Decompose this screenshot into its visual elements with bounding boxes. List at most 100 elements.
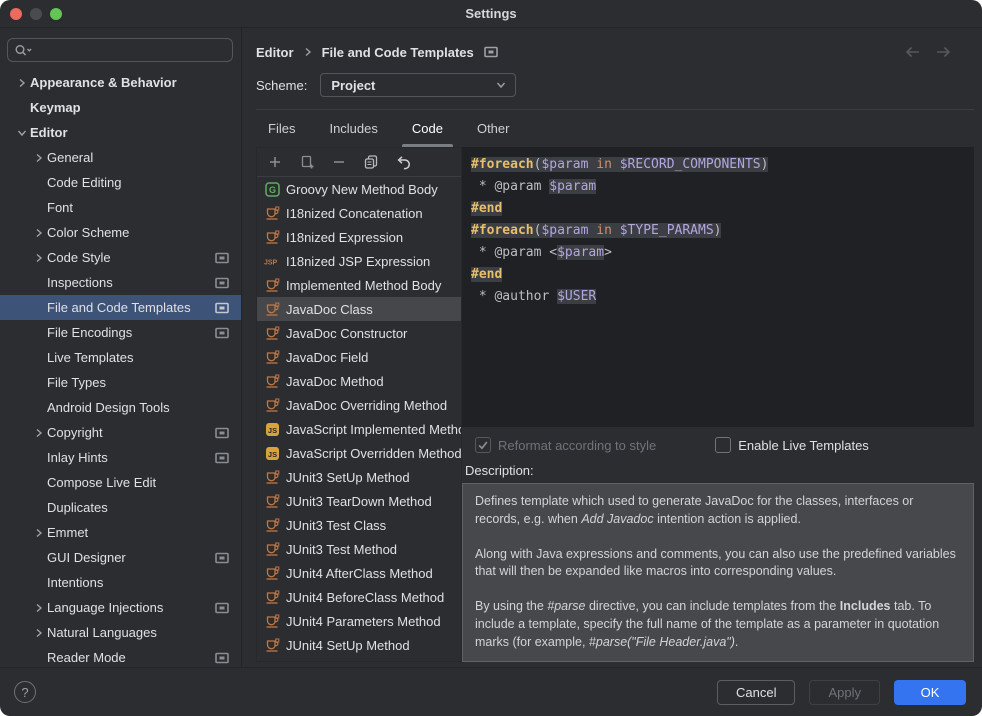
close-button[interactable] (10, 8, 22, 20)
svg-text:G: G (268, 185, 275, 195)
template-list-panel: GGroovy New Method BodyI18nized Concaten… (256, 147, 462, 662)
chevron-right-icon[interactable] (30, 602, 47, 614)
sidebar-item-label: Copyright (47, 425, 103, 440)
zoom-button[interactable] (50, 8, 62, 20)
cancel-button[interactable]: Cancel (717, 680, 795, 705)
sidebar-item-code-editing[interactable]: Code Editing (0, 170, 241, 195)
help-button[interactable]: ? (14, 681, 36, 703)
revert-button[interactable] (395, 154, 412, 170)
tab-includes[interactable]: Includes (327, 110, 379, 147)
chevron-right-icon[interactable] (30, 627, 47, 639)
sidebar-item-android-design-tools[interactable]: Android Design Tools (0, 395, 241, 420)
live-templates-option[interactable]: Enable Live Templates (715, 437, 869, 453)
duplicate-button[interactable] (299, 154, 315, 170)
template-item-groovy-new-method-body[interactable]: GGroovy New Method Body (257, 177, 461, 201)
ok-button[interactable]: OK (894, 680, 966, 705)
template-item-junit4-setup-method[interactable]: JUnit4 SetUp Method (257, 633, 461, 657)
sidebar-item-reader-mode[interactable]: Reader Mode (0, 645, 241, 667)
minimize-button[interactable] (30, 8, 42, 20)
sidebar-item-copyright[interactable]: Copyright (0, 420, 241, 445)
template-item-junit4-beforeclass-method[interactable]: JUnit4 BeforeClass Method (257, 585, 461, 609)
sidebar-item-compose-live-edit[interactable]: Compose Live Edit (0, 470, 241, 495)
live-templates-checkbox[interactable] (715, 437, 731, 453)
template-item-junit4-parameters-method[interactable]: JUnit4 Parameters Method (257, 609, 461, 633)
chevron-down-icon[interactable] (13, 127, 30, 139)
code-token: in (596, 223, 612, 238)
template-item-javadoc-overriding-method[interactable]: JavaDoc Overriding Method (257, 393, 461, 417)
tab-code[interactable]: Code (410, 110, 445, 147)
tab-other[interactable]: Other (475, 110, 512, 147)
code-token: $param (557, 245, 604, 260)
apply-button[interactable]: Apply (809, 680, 880, 705)
sidebar-item-emmet[interactable]: Emmet (0, 520, 241, 545)
breadcrumb-editor[interactable]: Editor (256, 45, 294, 60)
search-input[interactable] (38, 43, 226, 58)
back-arrow-icon[interactable] (904, 45, 922, 59)
sidebar-item-inlay-hints[interactable]: Inlay Hints (0, 445, 241, 470)
copy-button[interactable] (363, 154, 379, 170)
sidebar-item-language-injections[interactable]: Language Injections (0, 595, 241, 620)
chevron-right-icon[interactable] (13, 77, 30, 89)
screen-icon (215, 302, 229, 314)
reformat-checkbox[interactable] (475, 437, 491, 453)
template-item-javascript-implemented-method[interactable]: JSJavaScript Implemented Method (257, 417, 461, 441)
window-title: Settings (0, 6, 982, 21)
template-item-junit3-test-method[interactable]: JUnit3 Test Method (257, 537, 461, 561)
forward-arrow-icon[interactable] (934, 45, 952, 59)
sidebar-item-code-style[interactable]: Code Style (0, 245, 241, 270)
coffee-cup-icon (264, 638, 280, 653)
description-paragraph: By using the #parse directive, you can i… (475, 598, 961, 651)
add-button[interactable] (267, 154, 283, 170)
template-item-junit3-setup-method[interactable]: JUnit3 SetUp Method (257, 465, 461, 489)
template-item-javadoc-method[interactable]: JavaDoc Method (257, 369, 461, 393)
sidebar-item-intentions[interactable]: Intentions (0, 570, 241, 595)
chevron-right-icon[interactable] (30, 227, 47, 239)
template-item-implemented-method-body[interactable]: Implemented Method Body (257, 273, 461, 297)
svg-text:JS: JS (267, 426, 276, 435)
sidebar-item-file-types[interactable]: File Types (0, 370, 241, 395)
template-item-junit3-teardown-method[interactable]: JUnit3 TearDown Method (257, 489, 461, 513)
sidebar-item-keymap[interactable]: Keymap (0, 95, 241, 120)
sidebar-item-font[interactable]: Font (0, 195, 241, 220)
sidebar-item-natural-languages[interactable]: Natural Languages (0, 620, 241, 645)
coffee-cup-icon (264, 590, 280, 605)
sidebar-item-gui-designer[interactable]: GUI Designer (0, 545, 241, 570)
search-field[interactable] (7, 38, 233, 62)
template-editor-column: #foreach($param in $RECORD_COMPONENTS) *… (462, 147, 974, 662)
sidebar-item-label: Emmet (47, 525, 88, 540)
sidebar-item-label: Code Style (47, 250, 111, 265)
reformat-option[interactable]: Reformat according to style (475, 437, 656, 453)
description-text: Defines template which used to generate … (462, 483, 974, 662)
code-token: #end (471, 201, 502, 216)
sidebar-item-live-templates[interactable]: Live Templates (0, 345, 241, 370)
sidebar-item-inspections[interactable]: Inspections (0, 270, 241, 295)
sidebar-item-file-encodings[interactable]: File Encodings (0, 320, 241, 345)
template-code-editor[interactable]: #foreach($param in $RECORD_COMPONENTS) *… (462, 147, 974, 427)
remove-button[interactable] (331, 154, 347, 170)
template-item-i18nized-concatenation[interactable]: I18nized Concatenation (257, 201, 461, 225)
template-item-i18nized-expression[interactable]: I18nized Expression (257, 225, 461, 249)
sidebar-item-file-and-code-templates[interactable]: File and Code Templates (0, 295, 241, 320)
coffee-cup-icon (264, 614, 280, 629)
template-item-javadoc-field[interactable]: JavaDoc Field (257, 345, 461, 369)
coffee-cup-icon (264, 566, 280, 581)
chevron-right-icon[interactable] (30, 252, 47, 264)
template-item-junit4-afterclass-method[interactable]: JUnit4 AfterClass Method (257, 561, 461, 585)
sidebar-item-general[interactable]: General (0, 145, 241, 170)
tab-files[interactable]: Files (266, 110, 297, 147)
sidebar-item-color-scheme[interactable]: Color Scheme (0, 220, 241, 245)
template-item-javadoc-constructor[interactable]: JavaDoc Constructor (257, 321, 461, 345)
chevron-right-icon[interactable] (30, 527, 47, 539)
sidebar-item-label: Android Design Tools (47, 400, 170, 415)
chevron-right-icon[interactable] (30, 152, 47, 164)
sidebar-item-appearance-behavior[interactable]: Appearance & Behavior (0, 70, 241, 95)
template-item-junit3-test-class[interactable]: JUnit3 Test Class (257, 513, 461, 537)
template-item-javascript-overridden-method[interactable]: JSJavaScript Overridden Method (257, 441, 461, 465)
sidebar-item-duplicates[interactable]: Duplicates (0, 495, 241, 520)
chevron-right-icon[interactable] (30, 427, 47, 439)
live-templates-label: Enable Live Templates (738, 438, 869, 453)
template-item-i18nized-jsp-expression[interactable]: JSPI18nized JSP Expression (257, 249, 461, 273)
sidebar-item-editor[interactable]: Editor (0, 120, 241, 145)
scheme-select[interactable]: Project (320, 73, 516, 97)
template-item-javadoc-class[interactable]: JavaDoc Class (257, 297, 461, 321)
